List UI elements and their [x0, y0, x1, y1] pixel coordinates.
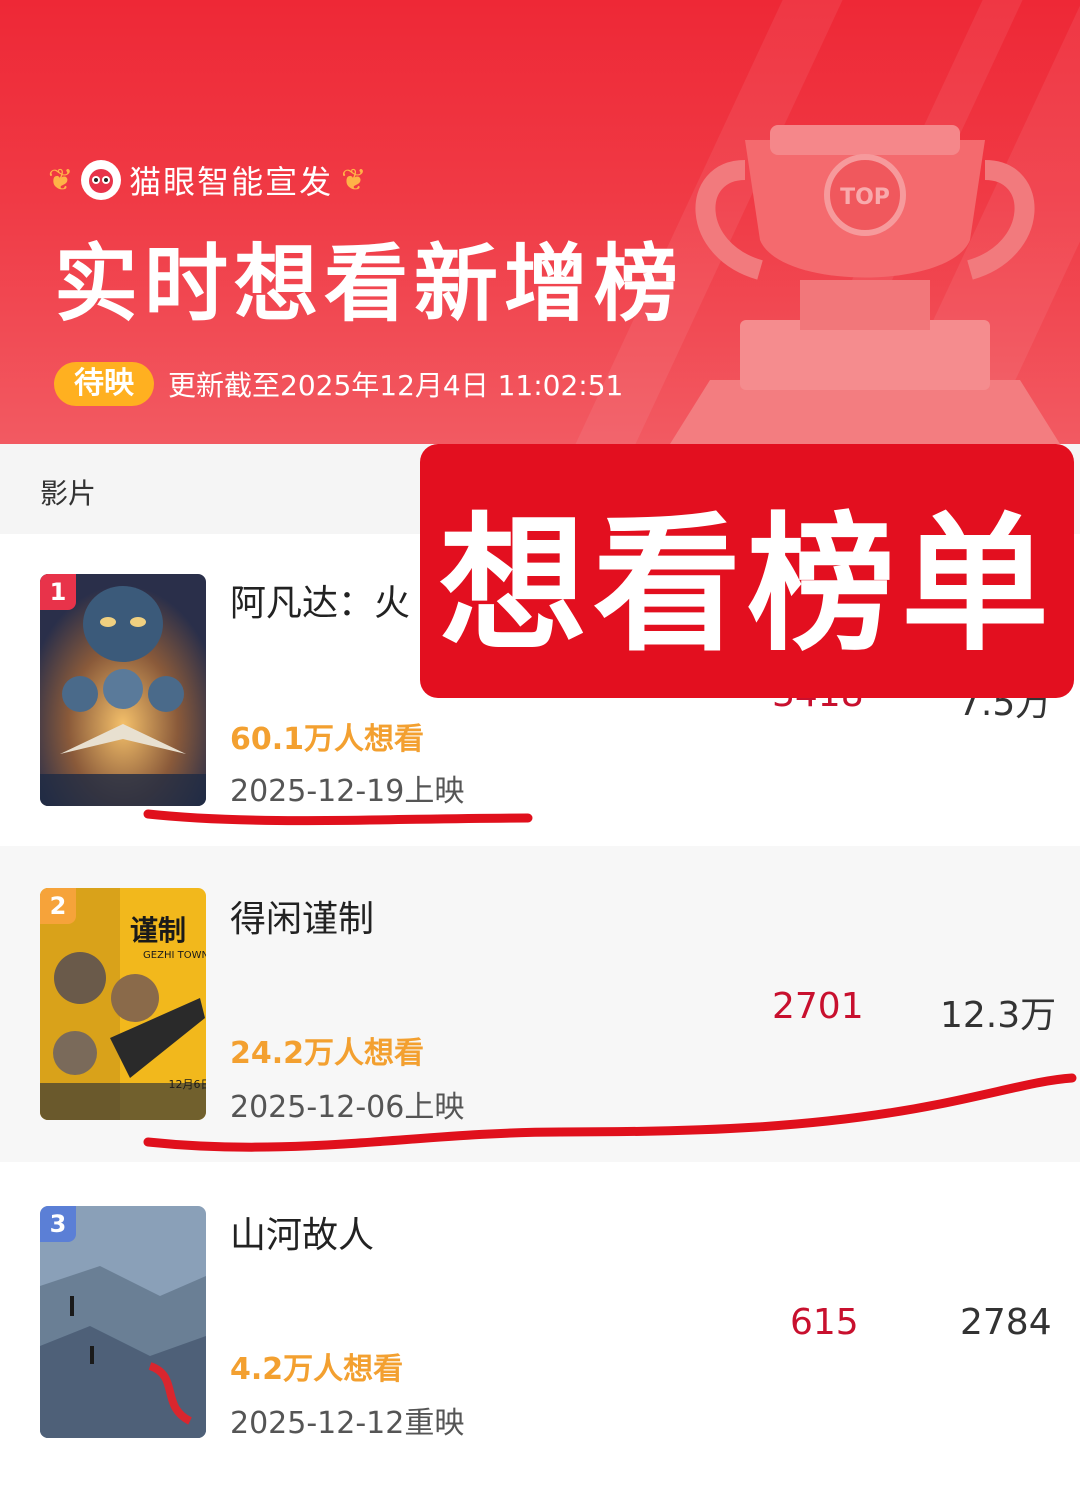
header-banner: TOP ❦ 猫眼智能宣发 ❦ 实时想看新增榜 待映 更新截至2025年12月4日… — [0, 0, 1080, 444]
movie-poster[interactable]: 3 — [40, 1206, 206, 1438]
rank-badge: 3 — [40, 1206, 76, 1242]
laurel-right-icon: ❦ — [341, 162, 367, 198]
release-date: 2025-12-06上映 — [230, 1090, 465, 1125]
status-badge[interactable]: 待映 — [54, 362, 154, 406]
want-count: 4.2万人想看 — [230, 1352, 404, 1387]
laurel-left-icon: ❦ — [48, 162, 74, 198]
want-count: 24.2万人想看 — [230, 1036, 425, 1071]
movie-poster[interactable]: 谨制 GEZHI TOWN 12月6日 2 — [40, 888, 206, 1120]
stat-total: 12.3万 — [940, 995, 1057, 1036]
poster-subtitle: GEZHI TOWN — [143, 950, 206, 961]
release-date: 2025-12-12重映 — [230, 1406, 465, 1441]
trophy-label: TOP — [840, 185, 890, 210]
movie-title[interactable]: 山河故人 — [230, 1206, 374, 1258]
brand-name: 猫眼智能宣发 — [129, 163, 334, 201]
poster-title: 谨制 — [130, 914, 186, 947]
trophy-icon: TOP — [670, 125, 1060, 444]
update-time: 更新截至2025年12月4日 11:02:51 — [168, 369, 624, 402]
list-item[interactable]: 3 山河故人 4.2万人想看 2025-12-12重映 615 2784 — [0, 1162, 1080, 1492]
want-count: 60.1万人想看 — [230, 722, 425, 757]
movie-poster[interactable]: 1 — [40, 574, 206, 806]
poster-date: 12月6日 — [169, 1078, 207, 1091]
rank-badge: 1 — [40, 574, 76, 610]
stat-total: 2784 — [960, 1302, 1052, 1343]
release-date: 2025-12-19上映 — [230, 774, 465, 809]
list-item[interactable]: 谨制 GEZHI TOWN 12月6日 2 得闲谨制 24.2万人想看 2025… — [0, 846, 1080, 1162]
stat-new-want: 2701 — [772, 986, 864, 1027]
movie-title[interactable]: 得闲谨制 — [230, 890, 374, 942]
overlay-banner: 想看榜单 — [420, 444, 1074, 698]
page-title: 实时想看新增榜 — [54, 235, 685, 333]
status-row: 待映 更新截至2025年12月4日 11:02:51 — [54, 362, 623, 406]
overlay-text: 想看榜单 — [439, 498, 1055, 671]
movie-title[interactable]: 阿凡达：火 — [230, 574, 410, 626]
rank-badge: 2 — [40, 888, 76, 924]
column-label-film: 影片 — [40, 477, 97, 510]
brand-row: ❦ 猫眼智能宣发 ❦ — [48, 152, 366, 208]
stat-new-want: 615 — [790, 1302, 859, 1343]
maoyan-logo-icon — [81, 160, 122, 200]
